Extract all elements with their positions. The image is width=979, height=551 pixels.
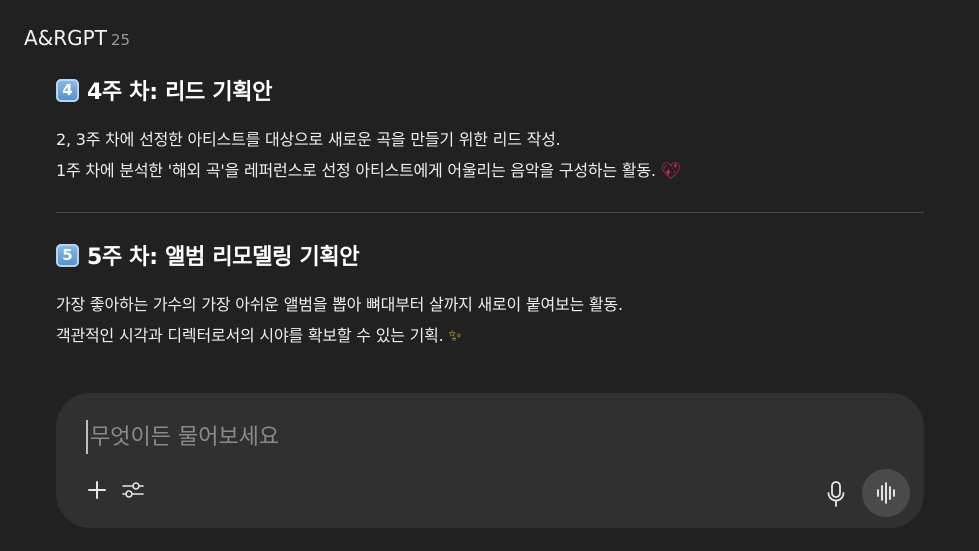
microphone-icon (827, 481, 845, 507)
body-line: 가장 좋아하는 가수의 가장 아쉬운 앨범을 뽑아 뼈대부터 살까지 새로이 붙… (56, 295, 623, 314)
app-version: 25 (110, 31, 131, 49)
section-body: 2, 3주 차에 선정한 아티스트를 대상으로 새로운 곡을 만들기 위한 리드… (56, 124, 924, 186)
body-line-text: 1주 차에 분석한 '해외 곡'을 레퍼런스로 선정 아티스트에게 어울리는 음… (56, 161, 656, 180)
section-title: 4주 차: 리드 기획안 (87, 80, 273, 105)
divider (56, 212, 924, 213)
plus-icon (88, 481, 106, 499)
voice-mode-button[interactable] (862, 469, 910, 517)
section-week-5: 5 5주 차: 앨범 리모델링 기획안 가장 좋아하는 가수의 가장 아쉬운 앨… (56, 237, 924, 351)
sparkles-icon: ✨︎ (448, 326, 462, 345)
sliders-icon (122, 482, 144, 498)
chat-message: 4 4주 차: 리드 기획안 2, 3주 차에 선정한 아티스트를 대상으로 새… (56, 72, 924, 351)
sparkling-heart-icon: 💖︎ (660, 161, 681, 180)
app-name: A&RGPT (24, 26, 107, 50)
keycap-digit-four-icon: 4 (56, 78, 79, 102)
message-composer (56, 393, 924, 528)
section-heading: 4 4주 차: 리드 기획안 (56, 72, 924, 108)
dictate-button[interactable] (822, 479, 850, 509)
section-title: 5주 차: 앨범 리모델링 기획안 (87, 245, 360, 270)
voice-waveform-icon (877, 482, 895, 504)
add-attachment-button[interactable] (84, 477, 110, 503)
keycap-digit-five-icon: 5 (56, 243, 79, 267)
section-body: 가장 좋아하는 가수의 가장 아쉬운 앨범을 뽑아 뼈대부터 살까지 새로이 붙… (56, 289, 924, 351)
body-line-with-emoji: 객관적인 시각과 디렉터로서의 시야를 확보할 수 있는 기획. ✨︎ (56, 320, 924, 351)
section-week-4: 4 4주 차: 리드 기획안 2, 3주 차에 선정한 아티스트를 대상으로 새… (56, 72, 924, 186)
body-line: 2, 3주 차에 선정한 아티스트를 대상으로 새로운 곡을 만들기 위한 리드… (56, 130, 561, 149)
body-line-with-emoji: 1주 차에 분석한 '해외 곡'을 레퍼런스로 선정 아티스트에게 어울리는 음… (56, 155, 924, 186)
app-title[interactable]: A&RGPT 25 (24, 26, 130, 52)
section-heading: 5 5주 차: 앨범 리모델링 기획안 (56, 237, 924, 273)
tools-button[interactable] (119, 477, 147, 503)
body-line-text: 객관적인 시각과 디렉터로서의 시야를 확보할 수 있는 기획. (56, 326, 444, 345)
prompt-input[interactable] (86, 420, 790, 454)
